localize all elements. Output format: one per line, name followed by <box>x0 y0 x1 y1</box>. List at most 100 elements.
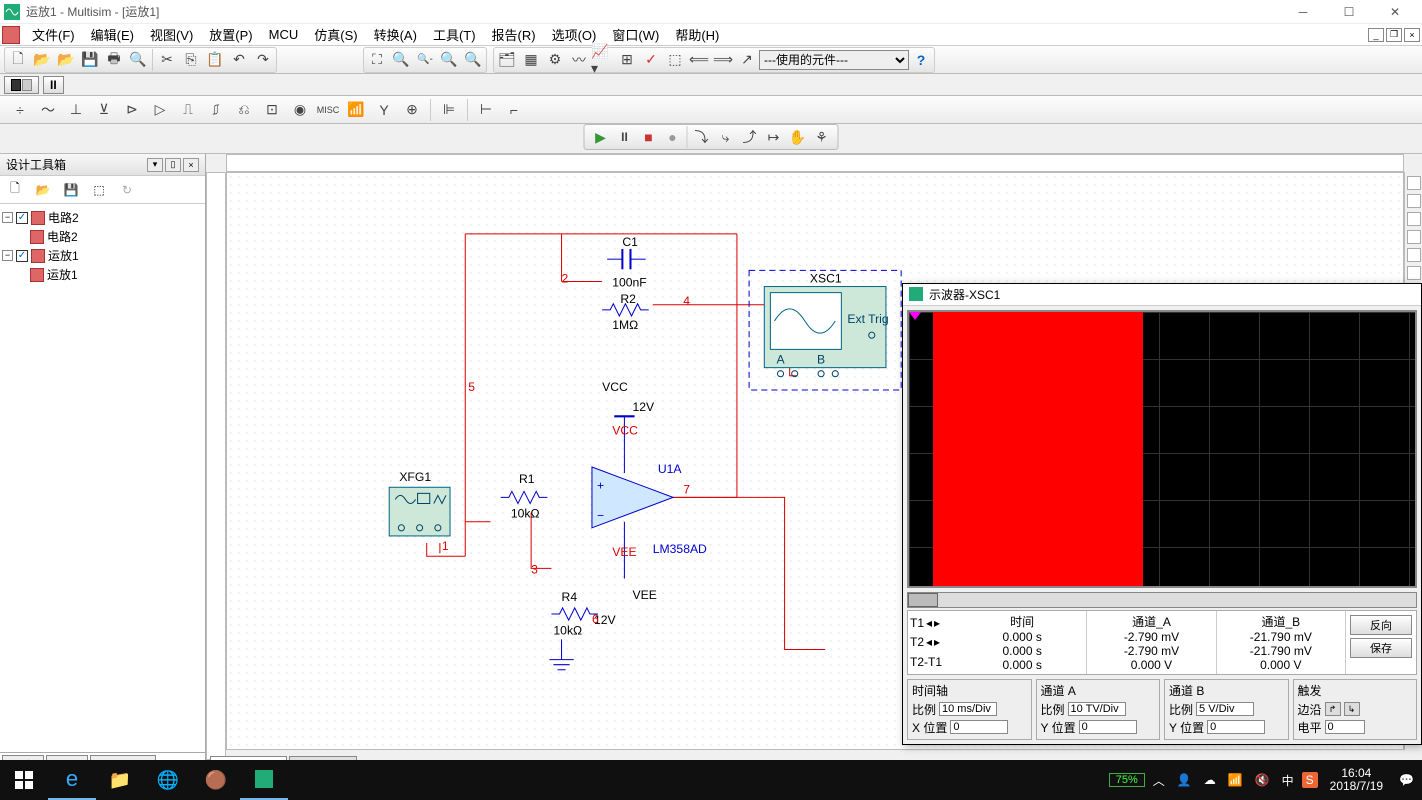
scope-reverse-button[interactable]: 反向 <box>1350 615 1412 635</box>
tray-sogou-icon[interactable]: S <box>1302 772 1318 788</box>
undo-icon[interactable]: ↶ <box>227 49 251 71</box>
tray-cloud-icon[interactable]: ☁ <box>1200 773 1220 787</box>
diode-icon[interactable]: ⊻ <box>92 99 116 121</box>
scope-scrollbar[interactable] <box>907 592 1417 608</box>
menu-simulate[interactable]: 仿真(S) <box>306 23 365 46</box>
menu-mcu[interactable]: MCU <box>261 25 307 44</box>
zoom-fit-icon[interactable]: ⛶ <box>365 49 389 71</box>
scope-trigger-marker[interactable] <box>909 312 921 320</box>
instrument-xsc1[interactable]: XSC1 Ext Trig A B <box>749 270 901 390</box>
mdi-close[interactable]: × <box>1404 28 1420 42</box>
rt-e-icon[interactable] <box>1407 248 1421 262</box>
pause-switch[interactable]: II <box>43 76 64 94</box>
menu-place[interactable]: 放置(P) <box>201 23 260 46</box>
cut-icon[interactable]: ✂ <box>155 49 179 71</box>
print-icon[interactable]: 🖶 <box>102 49 126 71</box>
component-r2[interactable]: R2 1MΩ <box>602 292 649 332</box>
component-vee[interactable]: VEE 12V VEE <box>594 542 657 627</box>
hand-icon[interactable]: ✋ <box>786 126 810 148</box>
indicator-icon[interactable]: ◉ <box>288 99 312 121</box>
scope-save-button[interactable]: 保存 <box>1350 638 1412 658</box>
elmech-icon[interactable]: Y <box>372 99 396 121</box>
tray-wifi-icon[interactable]: 📶 <box>1224 773 1247 787</box>
zoom-sheet-icon[interactable]: 🔍 <box>461 49 485 71</box>
rt-d-icon[interactable] <box>1407 230 1421 244</box>
new-icon[interactable]: 🗋 <box>6 49 30 71</box>
timebase-scale[interactable] <box>939 702 997 716</box>
zoom-area-icon[interactable]: 🔍 <box>437 49 461 71</box>
tree-node-child1[interactable]: 运放1 <box>2 265 203 284</box>
basic-icon[interactable]: ⊥ <box>64 99 88 121</box>
sb-refresh-icon[interactable]: ↻ <box>116 179 138 201</box>
copy-icon[interactable]: ⎘ <box>179 49 203 71</box>
component-r1[interactable]: R1 10kΩ <box>501 472 548 520</box>
bus-icon[interactable]: ⊫ <box>437 99 461 121</box>
cmos-icon[interactable]: ⎎ <box>204 99 228 121</box>
trig-level[interactable] <box>1325 720 1365 734</box>
t1-right[interactable]: ▸ <box>934 616 940 630</box>
analog-icon[interactable]: ▷ <box>148 99 172 121</box>
scope-titlebar[interactable]: 示波器-XSC1 <box>903 284 1421 306</box>
menu-tools[interactable]: 工具(T) <box>425 23 484 46</box>
instrument-xfg1[interactable]: XFG1 <box>389 470 450 536</box>
step-into-icon[interactable]: ⤵ <box>690 126 714 148</box>
power-icon[interactable]: MISC <box>316 99 340 121</box>
tray-notifications-icon[interactable]: 💬 <box>1395 773 1418 787</box>
rt-c-icon[interactable] <box>1407 212 1421 226</box>
step-back-icon[interactable]: ↦ <box>762 126 786 148</box>
scope-window[interactable]: 示波器-XSC1 T1◂▸ T2◂▸ T2-T1 时间 0.000 s 0.00… <box>902 283 1422 745</box>
menu-file[interactable]: 文件(F) <box>24 23 83 46</box>
rt-b-icon[interactable] <box>1407 194 1421 208</box>
trig-fall[interactable]: ↳ <box>1344 702 1360 716</box>
timebase-xpos[interactable] <box>950 720 1008 734</box>
help-icon[interactable]: ? <box>909 49 933 71</box>
graph-icon[interactable]: 〰 <box>567 49 591 71</box>
t2-left[interactable]: ◂ <box>926 635 932 649</box>
component-u1a[interactable]: + − U1A LM358AD <box>592 453 707 556</box>
sidebar-close[interactable]: × <box>183 158 199 172</box>
sb-open-icon[interactable]: 📂 <box>32 179 54 201</box>
maximize-button[interactable]: ☐ <box>1326 0 1372 24</box>
taskbar-app1[interactable]: 🟤 <box>192 760 240 800</box>
taskbar-ie[interactable]: 🌐 <box>144 760 192 800</box>
component-c1[interactable]: C1 100nF <box>607 235 647 290</box>
step-over-icon[interactable]: ⤷ <box>714 126 738 148</box>
source-icon[interactable]: ÷ <box>8 99 32 121</box>
component-ground[interactable] <box>549 639 573 669</box>
preview-icon[interactable]: 🔍 <box>126 49 150 71</box>
tray-chevron-icon[interactable]: ︿ <box>1149 772 1169 789</box>
chb-ypos[interactable] <box>1207 720 1265 734</box>
sidebar-dropdown[interactable]: ▾ <box>147 158 163 172</box>
rt-f-icon[interactable] <box>1407 266 1421 280</box>
open-icon[interactable]: 📂 <box>30 49 54 71</box>
mdi-minimize[interactable]: _ <box>1368 28 1384 42</box>
hier-icon[interactable]: ⌐ <box>502 99 526 121</box>
db-icon[interactable]: ⚙ <box>543 49 567 71</box>
tray-ime[interactable]: 中 <box>1278 772 1298 789</box>
paste-icon[interactable]: 📋 <box>203 49 227 71</box>
record-icon[interactable]: ● <box>661 126 685 148</box>
zoom-out-icon[interactable]: 🔍- <box>413 49 437 71</box>
step-out-icon[interactable]: ⤴ <box>738 126 762 148</box>
taskbar-multisim[interactable] <box>240 760 288 800</box>
play-icon[interactable]: ▶ <box>589 126 613 148</box>
signal-icon[interactable]: 〜 <box>36 99 60 121</box>
menu-edit[interactable]: 编辑(E) <box>83 23 142 46</box>
mixed-icon[interactable]: ⊡ <box>260 99 284 121</box>
scope-display[interactable] <box>907 310 1417 588</box>
zoom-in-icon[interactable]: 🔍 <box>389 49 413 71</box>
menu-transfer[interactable]: 转换(A) <box>366 23 425 46</box>
sb-up-icon[interactable]: ⬚ <box>88 179 110 201</box>
sidebar-pin[interactable]: ▯ <box>165 158 181 172</box>
hierarchy-icon[interactable]: 🗂 <box>495 49 519 71</box>
sb-new-icon[interactable]: 🗋 <box>4 179 26 201</box>
back-annotate-icon[interactable]: ⟸ <box>687 49 711 71</box>
component-vcc[interactable]: VCC 12V VCC <box>602 380 655 453</box>
tree-node-child0[interactable]: 电路2 <box>2 227 203 246</box>
close-button[interactable]: ✕ <box>1372 0 1418 24</box>
menu-reports[interactable]: 报告(R) <box>484 23 544 46</box>
rf-icon[interactable]: 📶 <box>344 99 368 121</box>
misc-digital-icon[interactable]: ⎌ <box>232 99 256 121</box>
erc-icon[interactable]: ⊞ <box>615 49 639 71</box>
spreadsheet-icon[interactable]: ▦ <box>519 49 543 71</box>
